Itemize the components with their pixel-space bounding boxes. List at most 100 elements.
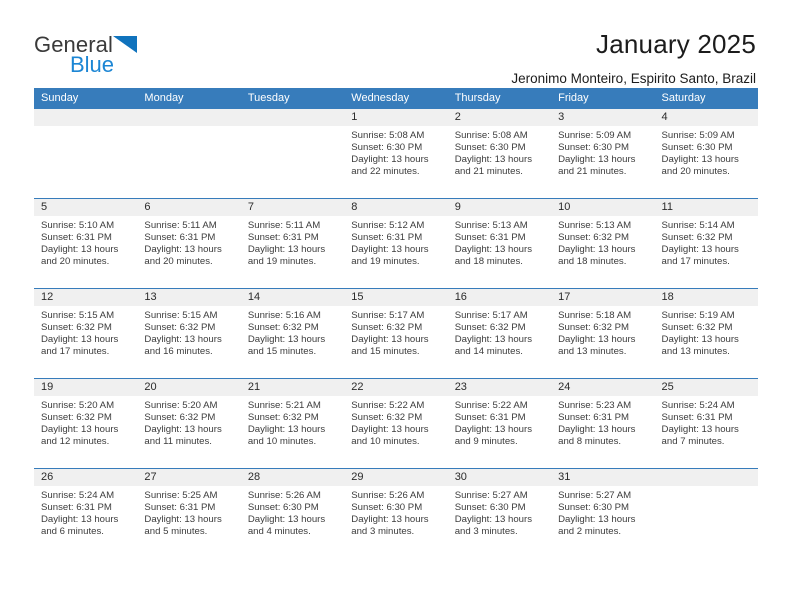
calendar-day-19[interactable]: 19 Sunrise: 5:20 AM Sunset: 6:32 PM Dayligh… <box>34 379 138 468</box>
calendar-day-empty <box>654 469 758 558</box>
calendar-cell: 2 Sunrise: 5:08 AM Sunset: 6:30 PM Daylight… <box>447 109 552 199</box>
day-number: 13 <box>137 289 241 306</box>
sunset-text: Sunset: 6:32 PM <box>558 231 630 243</box>
sunrise-text: Sunrise: 5:12 AM <box>351 220 425 231</box>
calendar-cell <box>654 468 758 558</box>
calendar-day-26[interactable]: 26 Sunrise: 5:24 AM Sunset: 6:31 PM Dayligh… <box>34 469 138 558</box>
calendar-day-6[interactable]: 6 Sunrise: 5:11 AM Sunset: 6:31 PM Daylight… <box>137 199 241 288</box>
daylight-text-line2: and 21 minutes. <box>558 165 627 177</box>
sunrise-text: Sunrise: 5:19 AM <box>661 310 735 321</box>
calendar-day-2[interactable]: 2 Sunrise: 5:08 AM Sunset: 6:30 PM Daylight… <box>447 109 552 198</box>
daylight-text-line1: Daylight: 13 hours <box>351 513 429 525</box>
daylight-text-line1: Daylight: 13 hours <box>144 333 222 345</box>
daylight-text-line1: Daylight: 13 hours <box>558 243 636 255</box>
daylight-text-line1: Daylight: 13 hours <box>351 423 429 435</box>
day-details: Sunrise: 5:22 AM Sunset: 6:31 PM Daylight:… <box>448 396 551 448</box>
daylight-text-line2: and 7 minutes. <box>661 435 725 447</box>
calendar-day-25[interactable]: 25 Sunrise: 5:24 AM Sunset: 6:31 PM Dayligh… <box>654 379 758 468</box>
calendar-day-5[interactable]: 5 Sunrise: 5:10 AM Sunset: 6:31 PM Daylight… <box>34 199 138 288</box>
calendar-day-20[interactable]: 20 Sunrise: 5:20 AM Sunset: 6:32 PM Dayligh… <box>137 379 241 468</box>
daylight-text-line1: Daylight: 13 hours <box>247 333 326 345</box>
sunset-text: Sunset: 6:31 PM <box>351 231 423 243</box>
calendar-day-21[interactable]: 21 Sunrise: 5:21 AM Sunset: 6:32 PM Dayligh… <box>240 379 345 468</box>
calendar-day-17[interactable]: 17 Sunrise: 5:18 AM Sunset: 6:32 PM Dayligh… <box>551 289 655 378</box>
sunrise-text: Sunrise: 5:27 AM <box>558 490 632 501</box>
sunrise-text: Sunrise: 5:08 AM <box>351 130 425 141</box>
calendar-body: 1 Sunrise: 5:08 AM Sunset: 6:30 PM Daylight… <box>34 109 758 558</box>
day-number: 19 <box>34 379 138 396</box>
calendar-cell: 3 Sunrise: 5:09 AM Sunset: 6:30 PM Daylight… <box>551 109 655 199</box>
calendar-cell: 26 Sunrise: 5:24 AM Sunset: 6:31 PM Dayligh… <box>34 468 138 558</box>
calendar-cell: 30 Sunrise: 5:27 AM Sunset: 6:30 PM Dayligh… <box>447 468 552 558</box>
calendar-week-row: 26 Sunrise: 5:24 AM Sunset: 6:31 PM Dayligh… <box>34 468 758 558</box>
calendar-cell: 17 Sunrise: 5:18 AM Sunset: 6:32 PM Dayligh… <box>551 288 655 379</box>
day-number: 23 <box>447 379 552 396</box>
day-number: 25 <box>654 379 758 396</box>
sunrise-text: Sunrise: 5:17 AM <box>351 310 425 321</box>
calendar-day-10[interactable]: 10 Sunrise: 5:13 AM Sunset: 6:32 PM Dayligh… <box>551 199 655 288</box>
calendar-day-7[interactable]: 7 Sunrise: 5:11 AM Sunset: 6:31 PM Daylight… <box>240 199 345 288</box>
sunrise-text: Sunrise: 5:20 AM <box>144 400 218 411</box>
sunset-text: Sunset: 6:32 PM <box>144 411 216 423</box>
weekday-header-sunday: Sunday <box>34 88 138 109</box>
calendar-day-11[interactable]: 11 Sunrise: 5:14 AM Sunset: 6:32 PM Dayligh… <box>654 199 758 288</box>
day-details: Sunrise: 5:12 AM Sunset: 6:31 PM Daylight:… <box>344 216 447 268</box>
daylight-text-line2: and 22 minutes. <box>351 165 420 177</box>
calendar-day-18[interactable]: 18 Sunrise: 5:19 AM Sunset: 6:32 PM Dayligh… <box>654 289 758 378</box>
daylight-text-line1: Daylight: 13 hours <box>351 153 429 165</box>
sunrise-text: Sunrise: 5:22 AM <box>454 400 528 411</box>
day-details: Sunrise: 5:11 AM Sunset: 6:31 PM Daylight:… <box>241 216 344 268</box>
calendar-day-28[interactable]: 28 Sunrise: 5:26 AM Sunset: 6:30 PM Dayligh… <box>240 469 345 558</box>
calendar-day-27[interactable]: 27 Sunrise: 5:25 AM Sunset: 6:31 PM Dayligh… <box>137 469 241 558</box>
calendar-cell: 16 Sunrise: 5:17 AM Sunset: 6:32 PM Dayligh… <box>447 288 552 379</box>
day-number: 4 <box>654 109 758 126</box>
daylight-text-line2: and 11 minutes. <box>144 435 212 447</box>
sunset-text: Sunset: 6:32 PM <box>144 321 216 333</box>
calendar-day-30[interactable]: 30 Sunrise: 5:27 AM Sunset: 6:30 PM Dayligh… <box>447 469 552 558</box>
day-number: 31 <box>551 469 655 486</box>
calendar-day-31[interactable]: 31 Sunrise: 5:27 AM Sunset: 6:30 PM Dayligh… <box>551 469 655 558</box>
daylight-text-line2: and 5 minutes. <box>144 525 208 537</box>
calendar-day-8[interactable]: 8 Sunrise: 5:12 AM Sunset: 6:31 PM Daylight… <box>344 199 448 288</box>
weekday-header-thursday: Thursday <box>447 88 552 109</box>
sunset-text: Sunset: 6:30 PM <box>558 501 630 513</box>
calendar-day-9[interactable]: 9 Sunrise: 5:13 AM Sunset: 6:31 PM Daylight… <box>447 199 552 288</box>
calendar-day-empty <box>34 109 138 198</box>
calendar-day-16[interactable]: 16 Sunrise: 5:17 AM Sunset: 6:32 PM Dayligh… <box>447 289 552 378</box>
day-details: Sunrise: 5:25 AM Sunset: 6:31 PM Daylight:… <box>137 486 240 538</box>
sunset-text: Sunset: 6:32 PM <box>661 321 733 333</box>
sunrise-text: Sunrise: 5:09 AM <box>558 130 632 141</box>
calendar-day-22[interactable]: 22 Sunrise: 5:22 AM Sunset: 6:32 PM Dayligh… <box>344 379 448 468</box>
calendar-day-3[interactable]: 3 Sunrise: 5:09 AM Sunset: 6:30 PM Daylight… <box>551 109 655 198</box>
calendar-day-29[interactable]: 29 Sunrise: 5:26 AM Sunset: 6:30 PM Dayligh… <box>344 469 448 558</box>
day-details: Sunrise: 5:13 AM Sunset: 6:32 PM Daylight:… <box>551 216 654 268</box>
daylight-text-line2: and 6 minutes. <box>41 525 104 537</box>
calendar-cell: 4 Sunrise: 5:09 AM Sunset: 6:30 PM Daylight… <box>654 109 758 199</box>
sunset-text: Sunset: 6:32 PM <box>41 321 112 333</box>
calendar-day-23[interactable]: 23 Sunrise: 5:22 AM Sunset: 6:31 PM Dayligh… <box>447 379 552 468</box>
calendar-page: General Blue January 2025 Jeronimo Monte… <box>0 0 792 612</box>
day-number: 24 <box>551 379 655 396</box>
daylight-text-line2: and 13 minutes. <box>558 345 627 357</box>
daylight-text-line2: and 3 minutes. <box>351 525 415 537</box>
day-details: Sunrise: 5:18 AM Sunset: 6:32 PM Daylight:… <box>551 306 654 358</box>
day-details: Sunrise: 5:27 AM Sunset: 6:30 PM Daylight:… <box>448 486 551 538</box>
calendar-day-1[interactable]: 1 Sunrise: 5:08 AM Sunset: 6:30 PM Daylight… <box>344 109 448 198</box>
day-number <box>654 469 758 486</box>
calendar-cell: 1 Sunrise: 5:08 AM Sunset: 6:30 PM Daylight… <box>344 109 448 199</box>
calendar-week-row: 19 Sunrise: 5:20 AM Sunset: 6:32 PM Dayligh… <box>34 378 758 469</box>
daylight-text-line2: and 17 minutes. <box>661 255 730 267</box>
calendar-day-12[interactable]: 12 Sunrise: 5:15 AM Sunset: 6:32 PM Dayligh… <box>34 289 138 378</box>
daylight-text-line1: Daylight: 13 hours <box>661 153 739 165</box>
day-details: Sunrise: 5:20 AM Sunset: 6:32 PM Daylight:… <box>137 396 240 448</box>
calendar-day-24[interactable]: 24 Sunrise: 5:23 AM Sunset: 6:31 PM Dayligh… <box>551 379 655 468</box>
day-number: 9 <box>447 199 552 216</box>
calendar-day-4[interactable]: 4 Sunrise: 5:09 AM Sunset: 6:30 PM Daylight… <box>654 109 758 198</box>
calendar-day-13[interactable]: 13 Sunrise: 5:15 AM Sunset: 6:32 PM Dayligh… <box>137 289 241 378</box>
sunset-text: Sunset: 6:30 PM <box>247 501 319 513</box>
sunset-text: Sunset: 6:31 PM <box>558 411 630 423</box>
calendar-day-14[interactable]: 14 Sunrise: 5:16 AM Sunset: 6:32 PM Dayligh… <box>240 289 345 378</box>
calendar-day-15[interactable]: 15 Sunrise: 5:17 AM Sunset: 6:32 PM Dayligh… <box>344 289 448 378</box>
calendar-cell: 7 Sunrise: 5:11 AM Sunset: 6:31 PM Daylight… <box>240 198 345 289</box>
sunrise-text: Sunrise: 5:09 AM <box>661 130 735 141</box>
